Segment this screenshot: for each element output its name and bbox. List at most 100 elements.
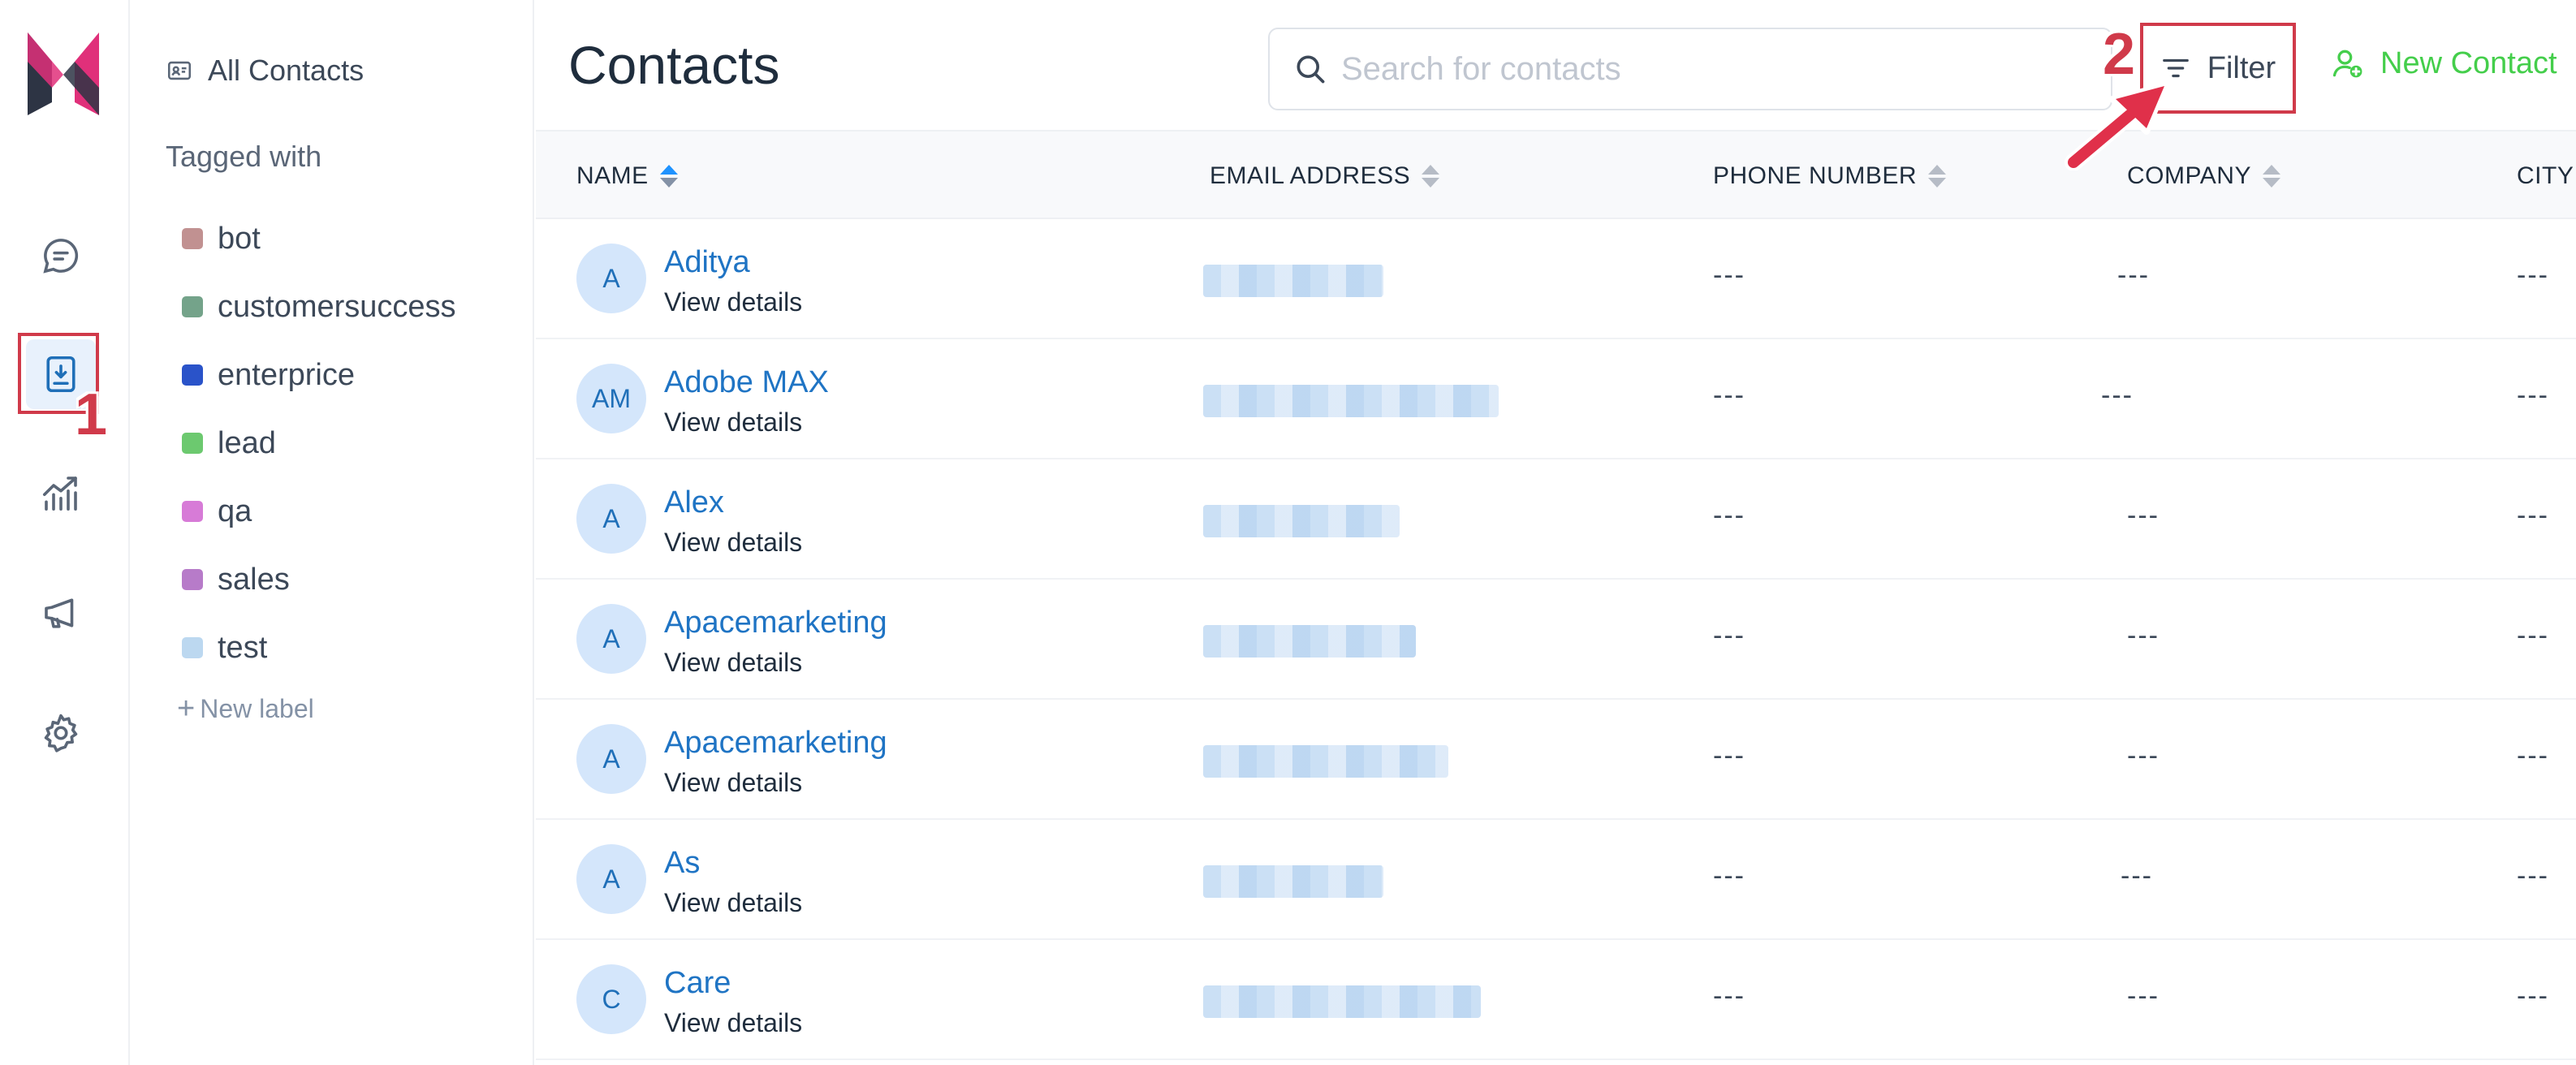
contact-name-link[interactable]: Adobe MAX <box>664 365 829 400</box>
column-header-city[interactable]: CITY <box>2517 162 2574 190</box>
search-icon <box>1297 55 1325 84</box>
new-label-text: New label <box>200 693 314 723</box>
tag-color-swatch <box>182 569 203 590</box>
add-user-icon <box>2332 50 2362 78</box>
tag-color-swatch <box>182 501 203 522</box>
contact-name-link[interactable]: Apacemarketing <box>664 606 887 640</box>
view-details-link[interactable]: View details <box>664 528 802 558</box>
column-header-email[interactable]: EMAIL ADDRESS <box>1210 162 1440 190</box>
app-logo[interactable] <box>24 29 102 119</box>
avatar: A <box>576 484 646 554</box>
sort-icon <box>1422 165 1440 188</box>
table-row[interactable]: AM Adobe MAX View details --- --- --- <box>536 339 2576 459</box>
tag-color-swatch <box>182 296 203 317</box>
view-details-link[interactable]: View details <box>664 888 802 918</box>
tag-color-swatch <box>182 364 203 386</box>
view-details-link[interactable]: View details <box>664 1008 802 1038</box>
gear-icon <box>44 714 78 752</box>
tag-label: lead <box>218 425 276 460</box>
phone-cell: --- <box>1713 260 1745 291</box>
tag-item-enterprice[interactable]: enterprice <box>182 341 456 409</box>
nav-reports[interactable] <box>26 458 96 528</box>
phone-cell: --- <box>1713 981 1745 1011</box>
table-row[interactable]: C Care View details --- --- --- <box>536 940 2576 1060</box>
table-row[interactable]: A As View details --- --- --- <box>536 820 2576 940</box>
column-header-label: PHONE NUMBER <box>1713 162 1918 189</box>
nav-campaigns[interactable] <box>26 578 96 648</box>
company-cell: --- <box>2101 380 2134 411</box>
sort-icon <box>1928 165 1947 188</box>
page-title: Contacts <box>568 35 780 95</box>
primary-nav-rail <box>0 0 130 1065</box>
contact-name-link[interactable]: Alex <box>664 485 724 520</box>
contact-name-link[interactable]: As <box>664 846 700 881</box>
table-row[interactable]: A Alex View details --- --- --- <box>536 459 2576 580</box>
city-cell: --- <box>2517 740 2549 771</box>
company-cell: --- <box>2117 260 2150 291</box>
filter-label: Filter <box>2207 50 2276 85</box>
tag-item-bot[interactable]: bot <box>182 205 456 273</box>
all-contacts-link[interactable]: All Contacts <box>166 54 364 88</box>
nav-settings[interactable] <box>26 698 96 768</box>
table-row[interactable]: A Apacemarketing View details --- --- --… <box>536 700 2576 820</box>
tag-item-customersuccess[interactable]: customersuccess <box>182 273 456 341</box>
company-cell: --- <box>2127 500 2160 531</box>
annotation-number-2: 2 <box>2103 22 2136 87</box>
annotation-arrow-icon <box>2065 83 2168 170</box>
city-cell: --- <box>2517 860 2549 891</box>
avatar: A <box>576 244 646 313</box>
column-header-name[interactable]: NAME <box>576 162 678 190</box>
table-row[interactable]: A Apacemarketing View details --- --- --… <box>536 580 2576 700</box>
view-details-link[interactable]: View details <box>664 407 802 438</box>
contact-name-link[interactable]: Care <box>664 966 731 1001</box>
new-label-button[interactable]: + New label <box>177 693 314 724</box>
city-cell: --- <box>2517 981 2549 1011</box>
email-redacted <box>1203 265 1383 297</box>
email-redacted <box>1203 985 1481 1018</box>
table-header: NAME EMAIL ADDRESS PHONE NUMBER COMPANY … <box>536 130 2576 219</box>
nav-conversations[interactable] <box>26 221 96 291</box>
table-row[interactable]: A Aditya View details --- --- --- <box>536 219 2576 339</box>
new-contact-button[interactable]: New Contact <box>2330 45 2557 81</box>
avatar: A <box>576 604 646 674</box>
view-details-link[interactable]: View details <box>664 768 802 798</box>
contact-name-link[interactable]: Aditya <box>664 245 750 280</box>
tag-item-qa[interactable]: qa <box>182 477 456 545</box>
tag-color-swatch <box>182 637 203 658</box>
tag-item-sales[interactable]: sales <box>182 545 456 614</box>
tag-color-swatch <box>182 228 203 249</box>
email-redacted <box>1203 625 1416 658</box>
column-header-label: CITY <box>2517 162 2574 189</box>
search-input[interactable] <box>1341 50 2072 88</box>
city-cell: --- <box>2517 380 2549 411</box>
view-details-link[interactable]: View details <box>664 287 802 317</box>
email-redacted <box>1203 745 1448 778</box>
phone-cell: --- <box>1713 380 1745 411</box>
avatar: A <box>576 724 646 794</box>
avatar: AM <box>576 364 646 433</box>
view-details-link[interactable]: View details <box>664 648 802 678</box>
phone-cell: --- <box>1713 740 1745 771</box>
search-box[interactable] <box>1268 28 2112 110</box>
tag-label: customersuccess <box>218 289 456 324</box>
contacts-main: Contacts Filter New Contact NAME <box>536 0 2576 1065</box>
chart-line-icon <box>42 476 77 511</box>
megaphone-icon <box>45 598 74 628</box>
annotation-number-1: 1 <box>75 382 108 447</box>
column-header-label: EMAIL ADDRESS <box>1210 162 1411 189</box>
plus-icon: + <box>177 692 196 726</box>
city-cell: --- <box>2517 260 2549 291</box>
avatar: A <box>576 844 646 914</box>
column-header-phone[interactable]: PHONE NUMBER <box>1713 162 1947 190</box>
chat-bubble-icon <box>43 239 79 274</box>
tag-item-lead[interactable]: lead <box>182 409 456 477</box>
tag-item-test[interactable]: test <box>182 614 456 682</box>
id-card-icon <box>167 61 192 80</box>
contact-name-link[interactable]: Apacemarketing <box>664 726 887 761</box>
phone-cell: --- <box>1713 620 1745 651</box>
avatar: C <box>576 964 646 1034</box>
city-cell: --- <box>2517 500 2549 531</box>
email-redacted <box>1203 385 1499 417</box>
tag-label: bot <box>218 221 261 256</box>
city-cell: --- <box>2517 620 2549 651</box>
